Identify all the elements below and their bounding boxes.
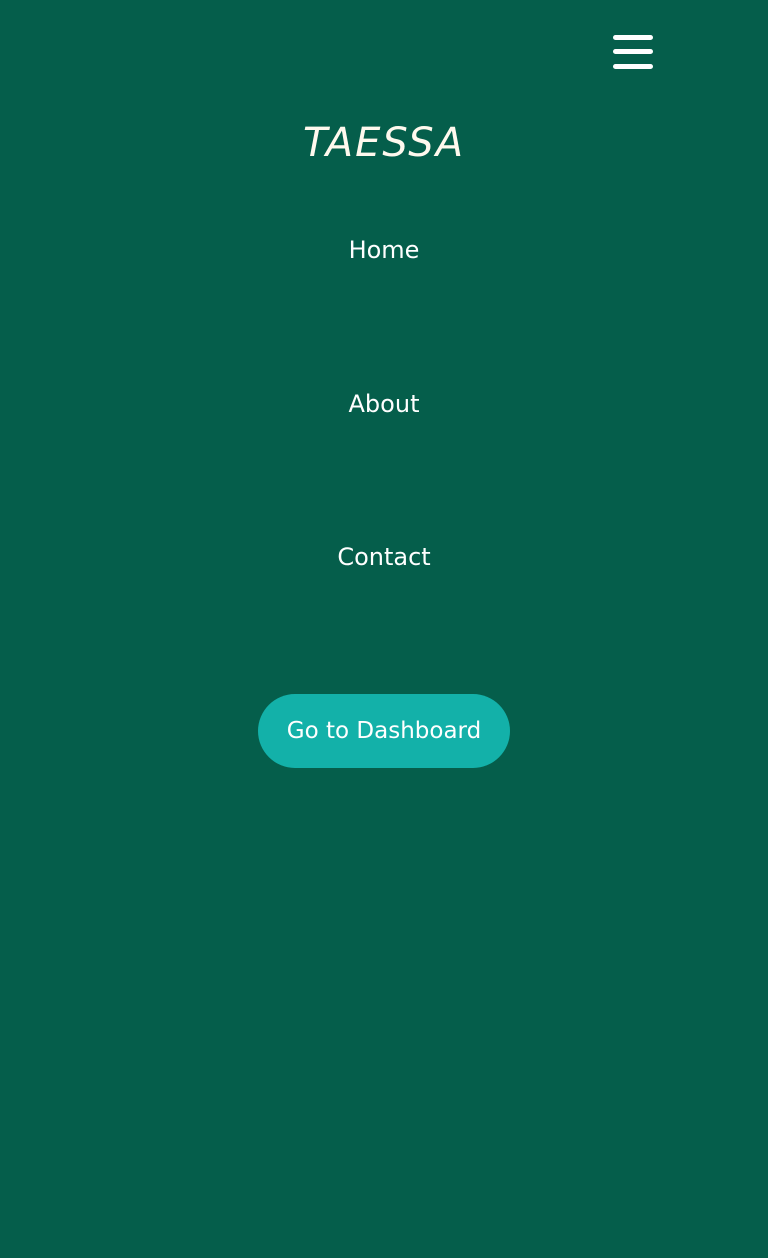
nav-link-contact[interactable]: Contact	[337, 543, 430, 571]
nav-item-about: About	[0, 390, 768, 418]
nav-link-about[interactable]: About	[349, 390, 420, 418]
nav-item-contact: Contact	[0, 543, 768, 571]
go-to-dashboard-button[interactable]: Go to Dashboard	[258, 694, 510, 768]
nav-link-home[interactable]: Home	[349, 236, 420, 264]
main-nav: Home About Contact	[0, 0, 768, 1258]
nav-item-home: Home	[0, 236, 768, 264]
